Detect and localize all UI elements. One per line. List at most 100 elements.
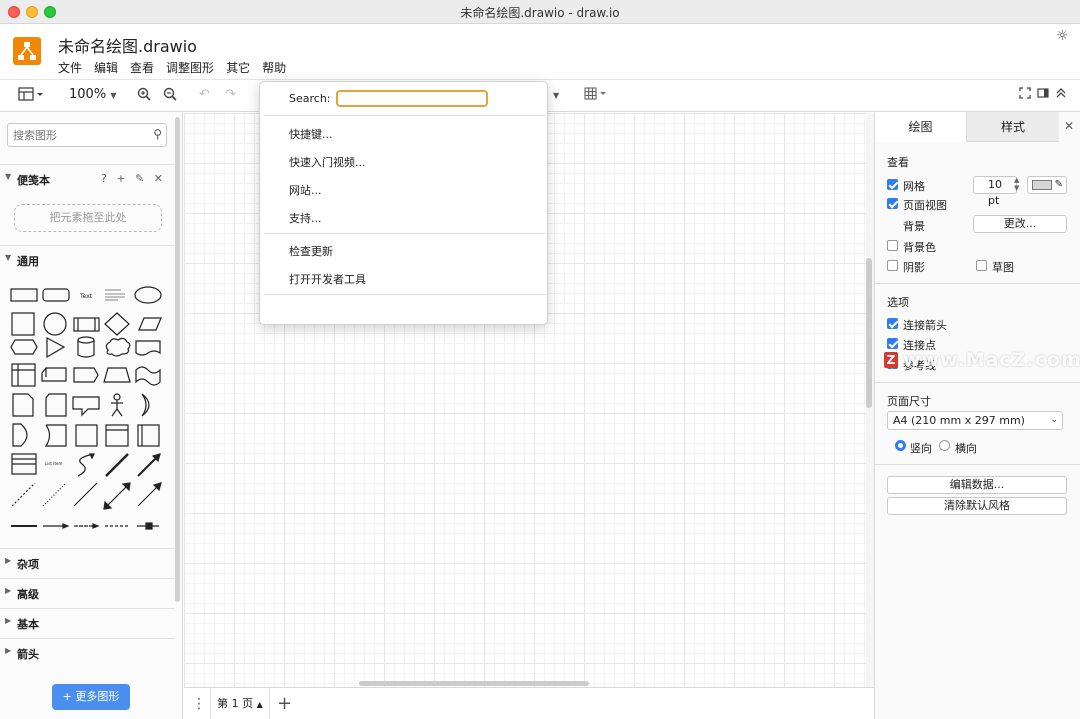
fullscreen-icon[interactable] xyxy=(1019,87,1031,103)
edit-icon[interactable]: ✎ xyxy=(135,172,144,185)
expand-arrow-icon: ▶ xyxy=(5,586,12,595)
connection-arrows-checkbox[interactable] xyxy=(887,318,898,329)
grid-checkbox[interactable] xyxy=(887,179,898,190)
or-shape xyxy=(141,393,150,417)
menu-divider xyxy=(264,294,545,295)
menu-item-quickstart-video[interactable]: 快速入门视频... xyxy=(289,154,366,170)
menu-item-website[interactable]: 网站... xyxy=(289,182,322,198)
data-storage-shape xyxy=(44,424,67,447)
expand-arrow-icon: ▶ xyxy=(5,616,12,625)
circle-shape xyxy=(43,312,67,336)
help-search-box[interactable] xyxy=(336,90,488,107)
menu-arrange[interactable]: 调整图形 xyxy=(166,59,214,76)
drawio-logo-icon xyxy=(13,37,41,65)
section-title: 基本 xyxy=(17,618,39,631)
landscape-label: 横向 xyxy=(955,442,977,455)
undo-icon[interactable]: ↶ xyxy=(199,87,210,102)
sidebar-scrollbar[interactable] xyxy=(175,117,180,602)
add-icon[interactable]: + xyxy=(116,172,125,185)
square-shape xyxy=(11,312,35,336)
table-icon[interactable] xyxy=(584,87,610,105)
advanced-section-header[interactable]: ▶ 高级 xyxy=(0,578,175,606)
page-size-select[interactable]: A4 (210 mm x 297 mm) ⌄ xyxy=(887,411,1063,430)
scratchpad-drop-zone[interactable]: 把元素拖至此处 xyxy=(14,204,162,232)
watermark-logo: Z xyxy=(884,352,898,368)
actor-shape xyxy=(111,393,123,417)
theme-toggle-icon[interactable]: ☼ xyxy=(1056,29,1070,43)
canvas-horizontal-scrollbar[interactable] xyxy=(359,681,589,686)
close-panel-icon[interactable]: ✕ xyxy=(1064,119,1074,133)
divider xyxy=(875,382,1080,383)
landscape-radio[interactable] xyxy=(939,440,950,451)
general-section-header[interactable]: ▼ 通用 xyxy=(0,245,175,273)
expand-arrow-icon: ▼ xyxy=(5,172,12,181)
redo-icon[interactable]: ↷ xyxy=(225,87,236,102)
more-shapes-button[interactable]: + 更多图形 xyxy=(52,684,130,710)
tab-diagram[interactable]: 绘图 xyxy=(875,112,967,142)
connection-points-checkbox[interactable] xyxy=(887,338,898,349)
grid-size-input[interactable]: 10 pt xyxy=(973,176,1017,207)
shadow-checkbox[interactable] xyxy=(887,260,898,271)
zoom-value: 100% xyxy=(69,87,107,102)
search-icon[interactable]: ⚲ xyxy=(153,127,162,141)
portrait-radio[interactable] xyxy=(895,440,906,451)
background-color-label: 背景色 xyxy=(903,241,936,254)
menu-divider xyxy=(264,115,545,116)
menu-edit[interactable]: 编辑 xyxy=(94,59,118,76)
edit-data-button[interactable]: 编辑数据... xyxy=(887,476,1067,494)
tab-style[interactable]: 样式 xyxy=(967,112,1059,142)
zoom-level[interactable]: 100% ▼ xyxy=(69,87,116,102)
collapse-chevron-up-icon[interactable] xyxy=(1055,87,1067,103)
format-panel-toggle-icon[interactable] xyxy=(1037,87,1049,103)
dotted-line-shape xyxy=(42,482,67,507)
rounded-rectangle-shape xyxy=(42,288,70,302)
change-background-button[interactable]: 更改... xyxy=(973,215,1067,233)
list-item-shape: List Item xyxy=(45,461,62,466)
toolbar-chevron-down-icon[interactable]: ▼ xyxy=(553,91,559,100)
menu-extras[interactable]: 其它 xyxy=(226,59,250,76)
sketch-checkbox[interactable] xyxy=(976,260,987,271)
menu-item-developer-tools[interactable]: 打开开发者工具 xyxy=(289,271,366,287)
arrows-section-header[interactable]: ▶ 箭头 xyxy=(0,638,175,666)
shape-search-input[interactable] xyxy=(8,124,138,146)
misc-section-header[interactable]: ▶ 杂项 xyxy=(0,548,175,576)
menu-file[interactable]: 文件 xyxy=(58,59,82,76)
zoom-in-icon[interactable] xyxy=(137,87,151,105)
bidirectional-arrow-shape xyxy=(105,453,129,477)
menu-divider xyxy=(264,233,545,234)
menu-help[interactable]: 帮助 xyxy=(262,59,286,76)
page-size-value: A4 (210 mm x 297 mm) xyxy=(893,414,1025,427)
help-search-input[interactable] xyxy=(338,92,486,105)
canvas-vertical-scrollbar[interactable] xyxy=(866,258,872,408)
background-color-checkbox[interactable] xyxy=(887,240,898,251)
watermark-text: www.MacZ.com xyxy=(903,349,1080,371)
menu-view[interactable]: 查看 xyxy=(130,59,154,76)
text-shape: Text xyxy=(79,293,93,300)
menu-item-shortcuts[interactable]: 快捷键... xyxy=(289,126,333,142)
grid-color-button[interactable]: ✎ xyxy=(1027,176,1067,194)
page-view-checkbox[interactable] xyxy=(887,198,898,209)
menu-item-check-updates[interactable]: 检查更新 xyxy=(289,243,333,259)
pages-menu-icon[interactable]: ⋮ xyxy=(192,696,206,712)
page-tab[interactable]: 第 1 页 ▲ xyxy=(210,688,270,719)
shape-palette[interactable]: Text List Item xyxy=(8,282,168,532)
expand-arrow-icon: ▶ xyxy=(5,646,12,655)
help-icon[interactable]: ? xyxy=(101,172,107,185)
clear-default-style-button[interactable]: 清除默认风格 xyxy=(887,497,1067,515)
page-tab-label: 第 1 页 xyxy=(217,697,254,710)
view-section-title: 查看 xyxy=(887,156,909,169)
menu-item-support[interactable]: 支持... xyxy=(289,210,322,226)
view-panels-icon[interactable] xyxy=(18,86,44,108)
chevron-up-icon: ▲ xyxy=(256,700,263,709)
shape-search-box[interactable]: ⚲ xyxy=(7,123,167,147)
sketch-label: 草图 xyxy=(992,261,1014,274)
grid-size-stepper[interactable]: ▲ ▼ xyxy=(1014,176,1019,192)
add-page-icon[interactable]: + xyxy=(277,693,292,714)
basic-section-header[interactable]: ▶ 基本 xyxy=(0,608,175,636)
zoom-out-icon[interactable] xyxy=(163,87,177,105)
scratchpad-title: 便笺本 xyxy=(17,174,50,187)
expand-arrow-icon: ▼ xyxy=(5,253,12,262)
close-icon[interactable]: ✕ xyxy=(154,172,163,185)
callout-shape xyxy=(72,396,100,417)
document-title[interactable]: 未命名绘图.drawio xyxy=(58,33,197,57)
